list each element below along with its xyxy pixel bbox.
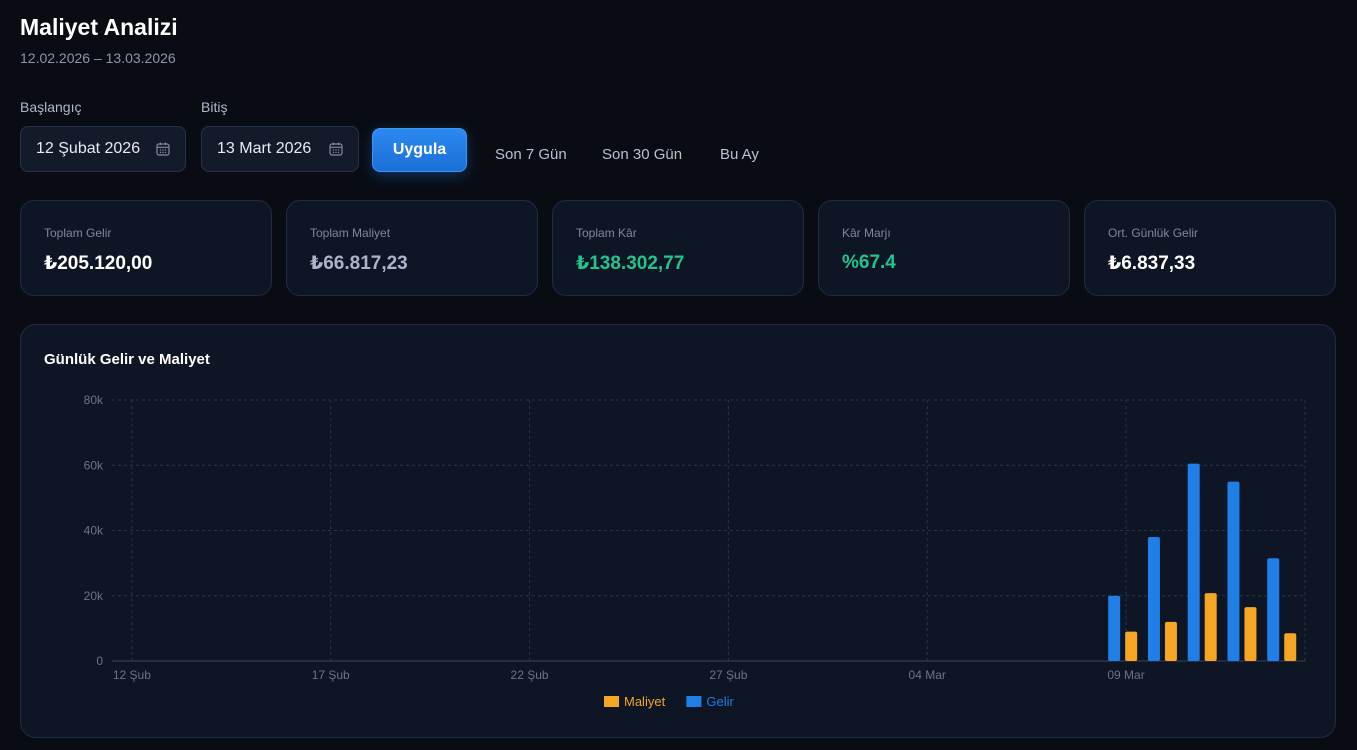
quick-range-this-month[interactable]: Bu Ay [720, 146, 759, 163]
y-tick-label: 40k [84, 524, 104, 538]
bar-gelir [1227, 481, 1240, 661]
stat-label: Toplam Maliyet [310, 226, 391, 240]
y-tick-label: 60k [84, 458, 104, 472]
end-date-label: Bitiş [201, 99, 228, 115]
cost-analysis-page: Maliyet Analizi 12.02.2026 – 13.03.2026 … [0, 0, 1357, 750]
bar-gelir [1147, 537, 1160, 661]
start-date-label: Başlangıç [20, 99, 82, 115]
bar-maliyet [1125, 631, 1138, 661]
bar-maliyet [1204, 593, 1217, 661]
stat-label: Kâr Marjı [842, 226, 891, 240]
stat-value: ₺66.817,23 [310, 253, 408, 274]
stat-card-total-cost: Toplam Maliyet ₺66.817,23 [286, 200, 538, 296]
stat-card-total-profit: Toplam Kâr ₺138.302,77 [552, 200, 804, 296]
start-date-value: 12 Şubat 2026 [36, 140, 141, 157]
stat-value: ₺205.120,00 [44, 253, 153, 274]
stat-card-avg-daily-revenue: Ort. Günlük Gelir ₺6.837,33 [1084, 200, 1336, 296]
y-tick-label: 80k [84, 393, 104, 407]
legend-swatch-maliyet [604, 696, 619, 707]
legend-swatch-gelir [686, 696, 702, 707]
bar-maliyet [1284, 633, 1297, 661]
start-date-input[interactable]: 12 Şubat 2026 [20, 126, 186, 172]
calendar-icon [329, 142, 343, 156]
calendar-icon [156, 142, 170, 156]
legend-label-gelir: Gelir [706, 694, 734, 709]
bar-maliyet [1164, 621, 1177, 661]
quick-range-last-7-days[interactable]: Son 7 Gün [495, 146, 567, 163]
x-tick-label: 12 Şub [113, 668, 151, 682]
y-tick-label: 0 [96, 654, 103, 668]
legend-label-maliyet: Maliyet [624, 694, 666, 709]
stat-card-total-revenue: Toplam Gelir ₺205.120,00 [20, 200, 272, 296]
chart-title: Günlük Gelir ve Maliyet [44, 351, 210, 368]
daily-revenue-cost-chart: 0 20k 40k 60k 80k 12 Şub 17 Şub 22 Şub 27 Şub 04 … [84, 393, 1306, 709]
daily-revenue-cost-chart-card: 0 20k 40k 60k 80k 12 Şub 17 Şub 22 Şub 27 Şub 04 … [20, 324, 1336, 738]
bar-maliyet [1244, 607, 1257, 661]
x-tick-label: 22 Şub [511, 668, 549, 682]
page-title: Maliyet Analizi [20, 14, 178, 40]
stat-value: ₺138.302,77 [576, 253, 685, 274]
x-tick-label: 04 Mar [909, 668, 946, 682]
stat-value: ₺6.837,33 [1108, 253, 1196, 274]
quick-range-last-30-days[interactable]: Son 30 Gün [602, 146, 682, 163]
bar-gelir [1108, 595, 1121, 661]
bar-gelir [1187, 463, 1200, 661]
end-date-input[interactable]: 13 Mart 2026 [201, 126, 359, 172]
apply-button[interactable]: Uygula [372, 128, 467, 172]
bar-gelir [1267, 558, 1280, 661]
stat-card-profit-margin: Kâr Marjı %67.4 [818, 200, 1070, 296]
date-range-subtitle: 12.02.2026 – 13.03.2026 [20, 50, 176, 66]
x-tick-label: 27 Şub [709, 668, 747, 682]
stat-label: Ort. Günlük Gelir [1108, 226, 1199, 240]
stat-label: Toplam Gelir [44, 226, 112, 240]
end-date-value: 13 Mart 2026 [217, 140, 312, 157]
stat-label: Toplam Kâr [576, 226, 637, 240]
y-tick-label: 20k [84, 589, 104, 603]
x-tick-label: 17 Şub [312, 668, 350, 682]
stat-value: %67.4 [842, 252, 896, 273]
x-tick-label: 09 Mar [1107, 668, 1144, 682]
